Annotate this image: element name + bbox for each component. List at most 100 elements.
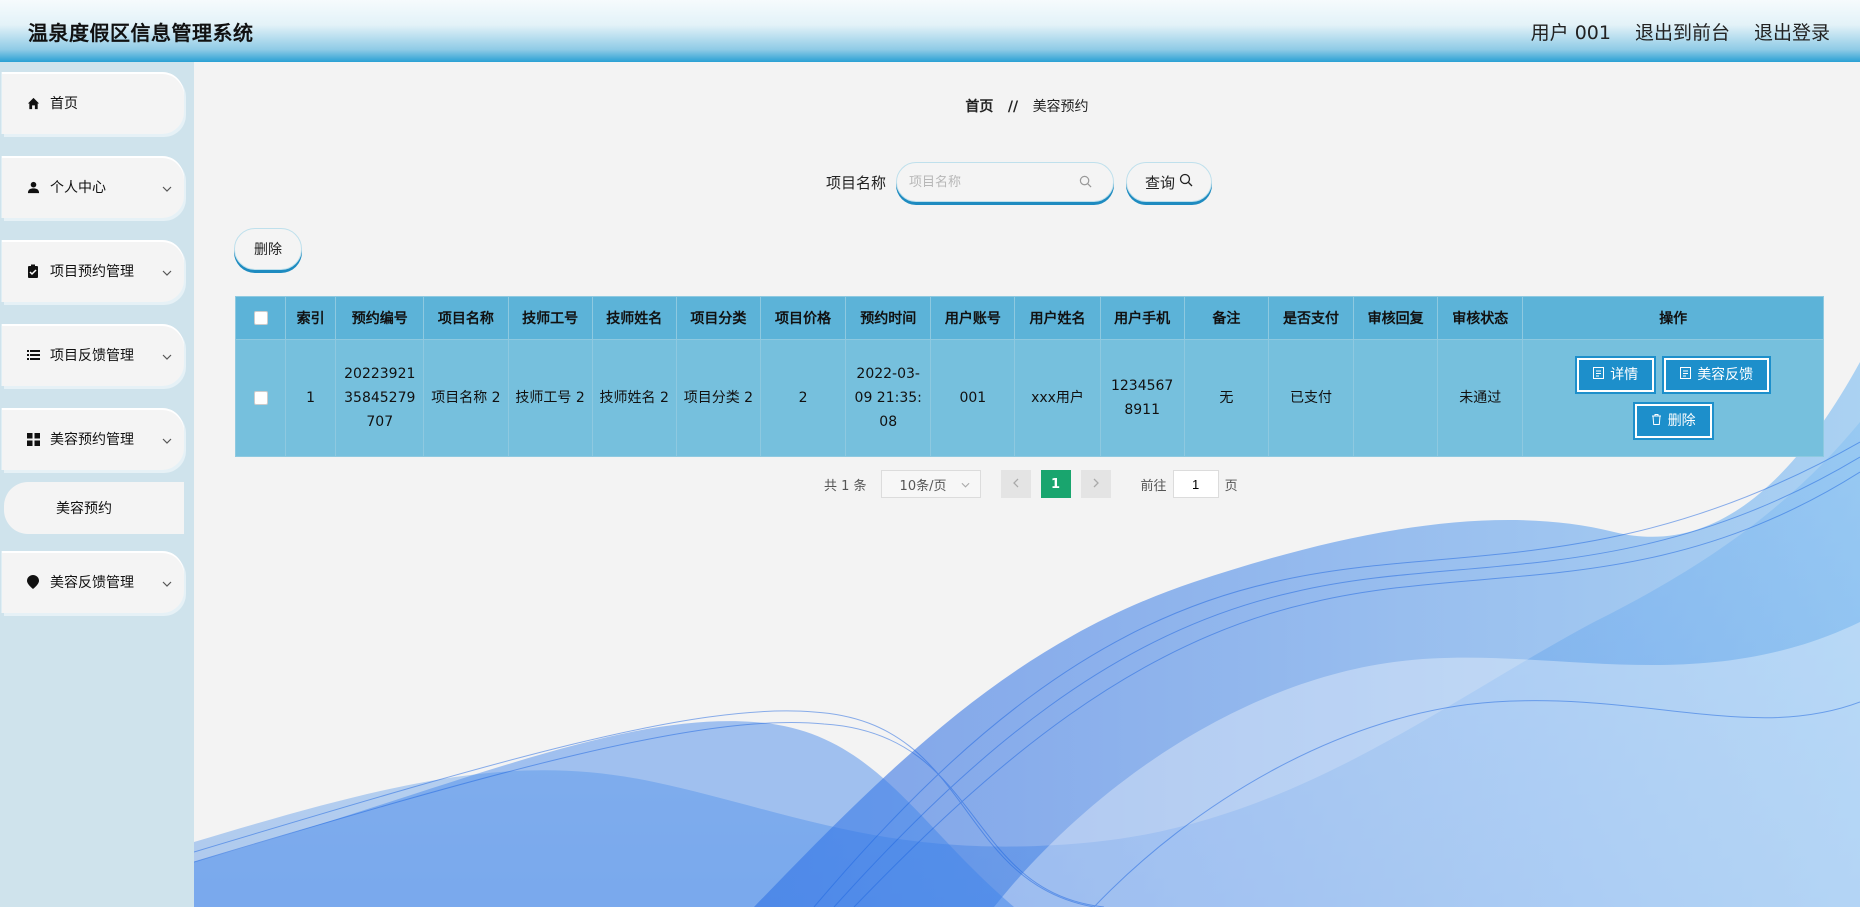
prev-page-button[interactable] bbox=[1000, 470, 1031, 498]
top-header: 温泉度假区信息管理系统 用户 001 退出到前台 退出登录 bbox=[0, 0, 1860, 62]
column-header: 项目分类 bbox=[675, 296, 761, 340]
clipboard-icon bbox=[26, 264, 40, 278]
detail-button-label: 详情 bbox=[1610, 367, 1639, 383]
search-icon bbox=[1079, 173, 1092, 192]
chevron-right-icon bbox=[1093, 477, 1099, 492]
cell-price: 2 bbox=[759, 339, 847, 457]
table-row: 1 20223921 35845279 707 项目名称 2 技师工号 2 技师… bbox=[234, 339, 1824, 457]
cell-actions: 详情 美容反馈 删除 bbox=[1522, 339, 1824, 457]
beauty-feedback-button-label: 美容反馈 bbox=[1697, 367, 1754, 383]
main-content: 首页 // 美容预约 项目名称 查询 删除 bbox=[194, 62, 1860, 907]
sidebar-item-personal-center[interactable]: 个人中心 bbox=[2, 156, 184, 218]
sidebar-item-home[interactable]: 首页 bbox=[2, 72, 184, 134]
chevron-down-icon bbox=[162, 575, 172, 591]
location-pin-icon bbox=[26, 575, 40, 589]
column-header: 是否支付 bbox=[1267, 296, 1355, 340]
chevron-down-icon bbox=[162, 264, 172, 280]
cell-reply bbox=[1353, 339, 1439, 457]
breadcrumb-separator: // bbox=[1007, 99, 1019, 115]
batch-delete-label: 删除 bbox=[254, 242, 282, 258]
user-icon bbox=[26, 180, 40, 194]
sidebar-item-label: 美容反馈管理 bbox=[50, 575, 134, 591]
cell-category: 项目分类 2 bbox=[675, 339, 761, 457]
column-header: 项目名称 bbox=[423, 296, 509, 340]
cell-tech-name: 技师姓名 2 bbox=[591, 339, 677, 457]
document-icon bbox=[1680, 363, 1692, 387]
select-all-cell bbox=[234, 296, 287, 340]
column-header: 审核状态 bbox=[1437, 296, 1524, 340]
cell-status: 未通过 bbox=[1437, 339, 1524, 457]
back-to-frontend-link[interactable]: 退出到前台 bbox=[1635, 18, 1730, 45]
column-header: 审核回复 bbox=[1353, 296, 1439, 340]
chevron-down-icon bbox=[961, 477, 970, 492]
table-header-row: 索引 预约编号 项目名称 技师工号 技师姓名 项目分类 项目价格 预约时间 用户… bbox=[234, 296, 1824, 340]
batch-delete-button[interactable]: 删除 bbox=[234, 228, 302, 270]
cell-account: 001 bbox=[930, 339, 1016, 457]
search-box bbox=[896, 162, 1115, 202]
cell-time: 2022-03- 09 21:35: 08 bbox=[845, 339, 932, 457]
column-header: 备注 bbox=[1183, 296, 1269, 340]
query-button[interactable]: 查询 bbox=[1126, 162, 1213, 202]
page-size-select[interactable]: 10条/页 bbox=[880, 470, 981, 498]
row-checkbox[interactable] bbox=[253, 391, 268, 405]
cell-tech-id: 技师工号 2 bbox=[507, 339, 593, 457]
breadcrumb: 首页 // 美容预约 bbox=[194, 96, 1860, 116]
goto-page-input[interactable] bbox=[1172, 470, 1219, 498]
next-page-button[interactable] bbox=[1080, 470, 1111, 498]
select-all-checkbox[interactable] bbox=[253, 311, 268, 325]
column-header: 预约编号 bbox=[335, 296, 425, 340]
column-header: 用户账号 bbox=[930, 296, 1016, 340]
detail-button[interactable]: 详情 bbox=[1575, 356, 1657, 394]
row-actions: 详情 美容反馈 删除 bbox=[1563, 356, 1783, 440]
page-size-value: 10条/页 bbox=[899, 478, 947, 494]
booking-table: 索引 预约编号 项目名称 技师工号 技师姓名 项目分类 项目价格 预约时间 用户… bbox=[234, 296, 1824, 457]
document-icon bbox=[1593, 363, 1605, 387]
list-icon bbox=[26, 348, 40, 362]
column-header: 索引 bbox=[285, 296, 337, 340]
trash-icon bbox=[1651, 409, 1662, 433]
sidebar-item-project-booking[interactable]: 项目预约管理 bbox=[2, 240, 184, 302]
goto-prefix: 前往 bbox=[1140, 478, 1167, 494]
column-header: 操作 bbox=[1522, 296, 1824, 340]
sidebar-item-beauty-booking-manage[interactable]: 美容预约管理 bbox=[2, 408, 184, 470]
sidebar-item-label: 项目预约管理 bbox=[50, 264, 134, 280]
query-button-label: 查询 bbox=[1145, 173, 1176, 192]
page-number-current[interactable]: 1 bbox=[1040, 470, 1071, 498]
search-label: 项目名称 bbox=[826, 173, 887, 192]
sidebar-item-label: 首页 bbox=[50, 96, 78, 112]
breadcrumb-home[interactable]: 首页 bbox=[965, 99, 993, 115]
search-row: 项目名称 查询 bbox=[826, 162, 1213, 202]
cell-index: 1 bbox=[285, 339, 337, 457]
column-header: 用户手机 bbox=[1099, 296, 1185, 340]
sidebar-subitem-beauty-booking[interactable]: 美容预约 bbox=[4, 482, 184, 534]
chevron-down-icon bbox=[162, 180, 172, 196]
home-icon bbox=[26, 96, 40, 110]
cell-paid: 已支付 bbox=[1267, 339, 1355, 457]
sidebar: 首页 个人中心 项目预约管理 项目反馈管理 美容预约管理 美容预约 美容反馈管理 bbox=[0, 62, 194, 907]
sidebar-item-project-feedback[interactable]: 项目反馈管理 bbox=[2, 324, 184, 386]
header-actions: 用户 001 退出到前台 退出登录 bbox=[1531, 18, 1830, 45]
row-delete-button-label: 删除 bbox=[1667, 413, 1696, 429]
column-header: 项目价格 bbox=[759, 296, 847, 340]
cell-booking-no: 20223921 35845279 707 bbox=[335, 339, 425, 457]
cell-note: 无 bbox=[1183, 339, 1269, 457]
grid-icon bbox=[26, 432, 40, 446]
sidebar-item-label: 个人中心 bbox=[50, 180, 106, 196]
pagination-total: 共 1 条 bbox=[824, 478, 867, 494]
logout-link[interactable]: 退出登录 bbox=[1754, 18, 1830, 45]
sidebar-item-beauty-feedback[interactable]: 美容反馈管理 bbox=[2, 551, 184, 613]
pagination: 共 1 条 10条/页 1 前往 页 bbox=[824, 470, 1238, 498]
column-header: 预约时间 bbox=[845, 296, 932, 340]
chevron-down-icon bbox=[162, 348, 172, 364]
current-user-link[interactable]: 用户 001 bbox=[1531, 18, 1611, 45]
sidebar-item-label: 项目反馈管理 bbox=[50, 348, 134, 364]
column-header: 技师工号 bbox=[507, 296, 593, 340]
sidebar-item-label: 美容预约 bbox=[56, 501, 112, 517]
row-delete-button[interactable]: 删除 bbox=[1632, 402, 1714, 440]
search-icon bbox=[1179, 173, 1193, 191]
search-input[interactable] bbox=[909, 174, 1080, 190]
chevron-left-icon bbox=[1012, 477, 1019, 492]
beauty-feedback-button[interactable]: 美容反馈 bbox=[1662, 356, 1772, 394]
sidebar-item-label: 美容预约管理 bbox=[50, 432, 134, 448]
breadcrumb-current: 美容预约 bbox=[1032, 99, 1089, 115]
